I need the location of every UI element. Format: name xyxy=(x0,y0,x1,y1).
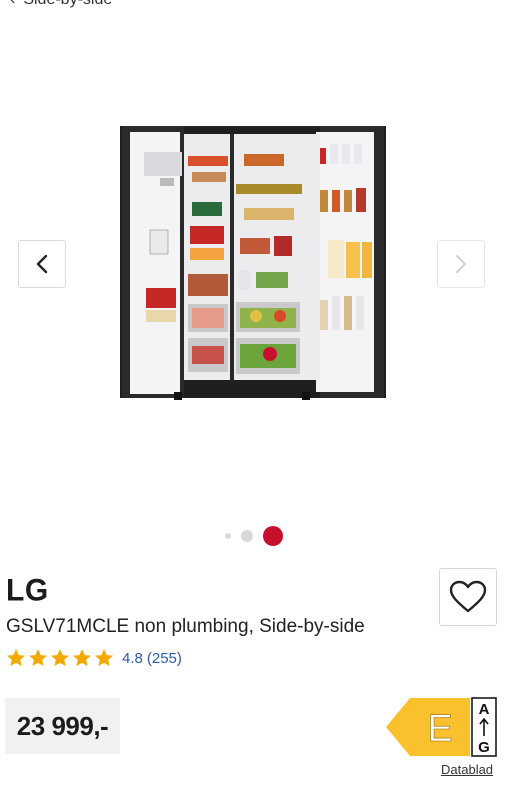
product-price: 23 999,- xyxy=(5,698,120,754)
product-image[interactable] xyxy=(120,120,386,402)
product-gallery xyxy=(0,40,508,520)
breadcrumb-label: Side-by-side xyxy=(23,0,112,9)
rating-score: 4.8 xyxy=(122,649,143,667)
pagination-dot[interactable] xyxy=(225,533,231,539)
energy-label[interactable]: E A G xyxy=(386,696,498,758)
star-icon xyxy=(51,649,69,666)
heart-icon xyxy=(449,580,487,613)
energy-class: E xyxy=(427,708,452,750)
star-icon xyxy=(7,649,25,666)
product-rating[interactable]: 4.8 (255) xyxy=(6,648,182,668)
star-icon xyxy=(95,649,113,666)
rating-count: (255) xyxy=(146,649,182,667)
pagination-dot-active[interactable] xyxy=(263,526,283,546)
star-icon xyxy=(73,649,91,666)
chevron-right-icon xyxy=(456,255,466,273)
rating-stars xyxy=(6,648,114,668)
chevron-left-icon xyxy=(36,254,48,274)
gallery-prev-button[interactable] xyxy=(18,240,66,288)
wishlist-button[interactable] xyxy=(439,568,497,626)
gallery-pagination xyxy=(0,526,508,546)
datasheet-link[interactable]: Datablad xyxy=(441,762,493,777)
breadcrumb[interactable]: ‹ Side-by-side xyxy=(10,0,112,9)
star-icon xyxy=(29,649,47,666)
gallery-next-button[interactable] xyxy=(437,240,485,288)
energy-scale-top: A xyxy=(479,701,490,718)
product-title: GSLV71MCLE non plumbing, Side-by-side xyxy=(6,616,365,637)
product-brand[interactable]: LG xyxy=(6,573,49,609)
pagination-dot[interactable] xyxy=(241,530,253,542)
energy-scale-bottom: G xyxy=(478,739,490,756)
chevron-left-icon: ‹ xyxy=(10,0,15,9)
